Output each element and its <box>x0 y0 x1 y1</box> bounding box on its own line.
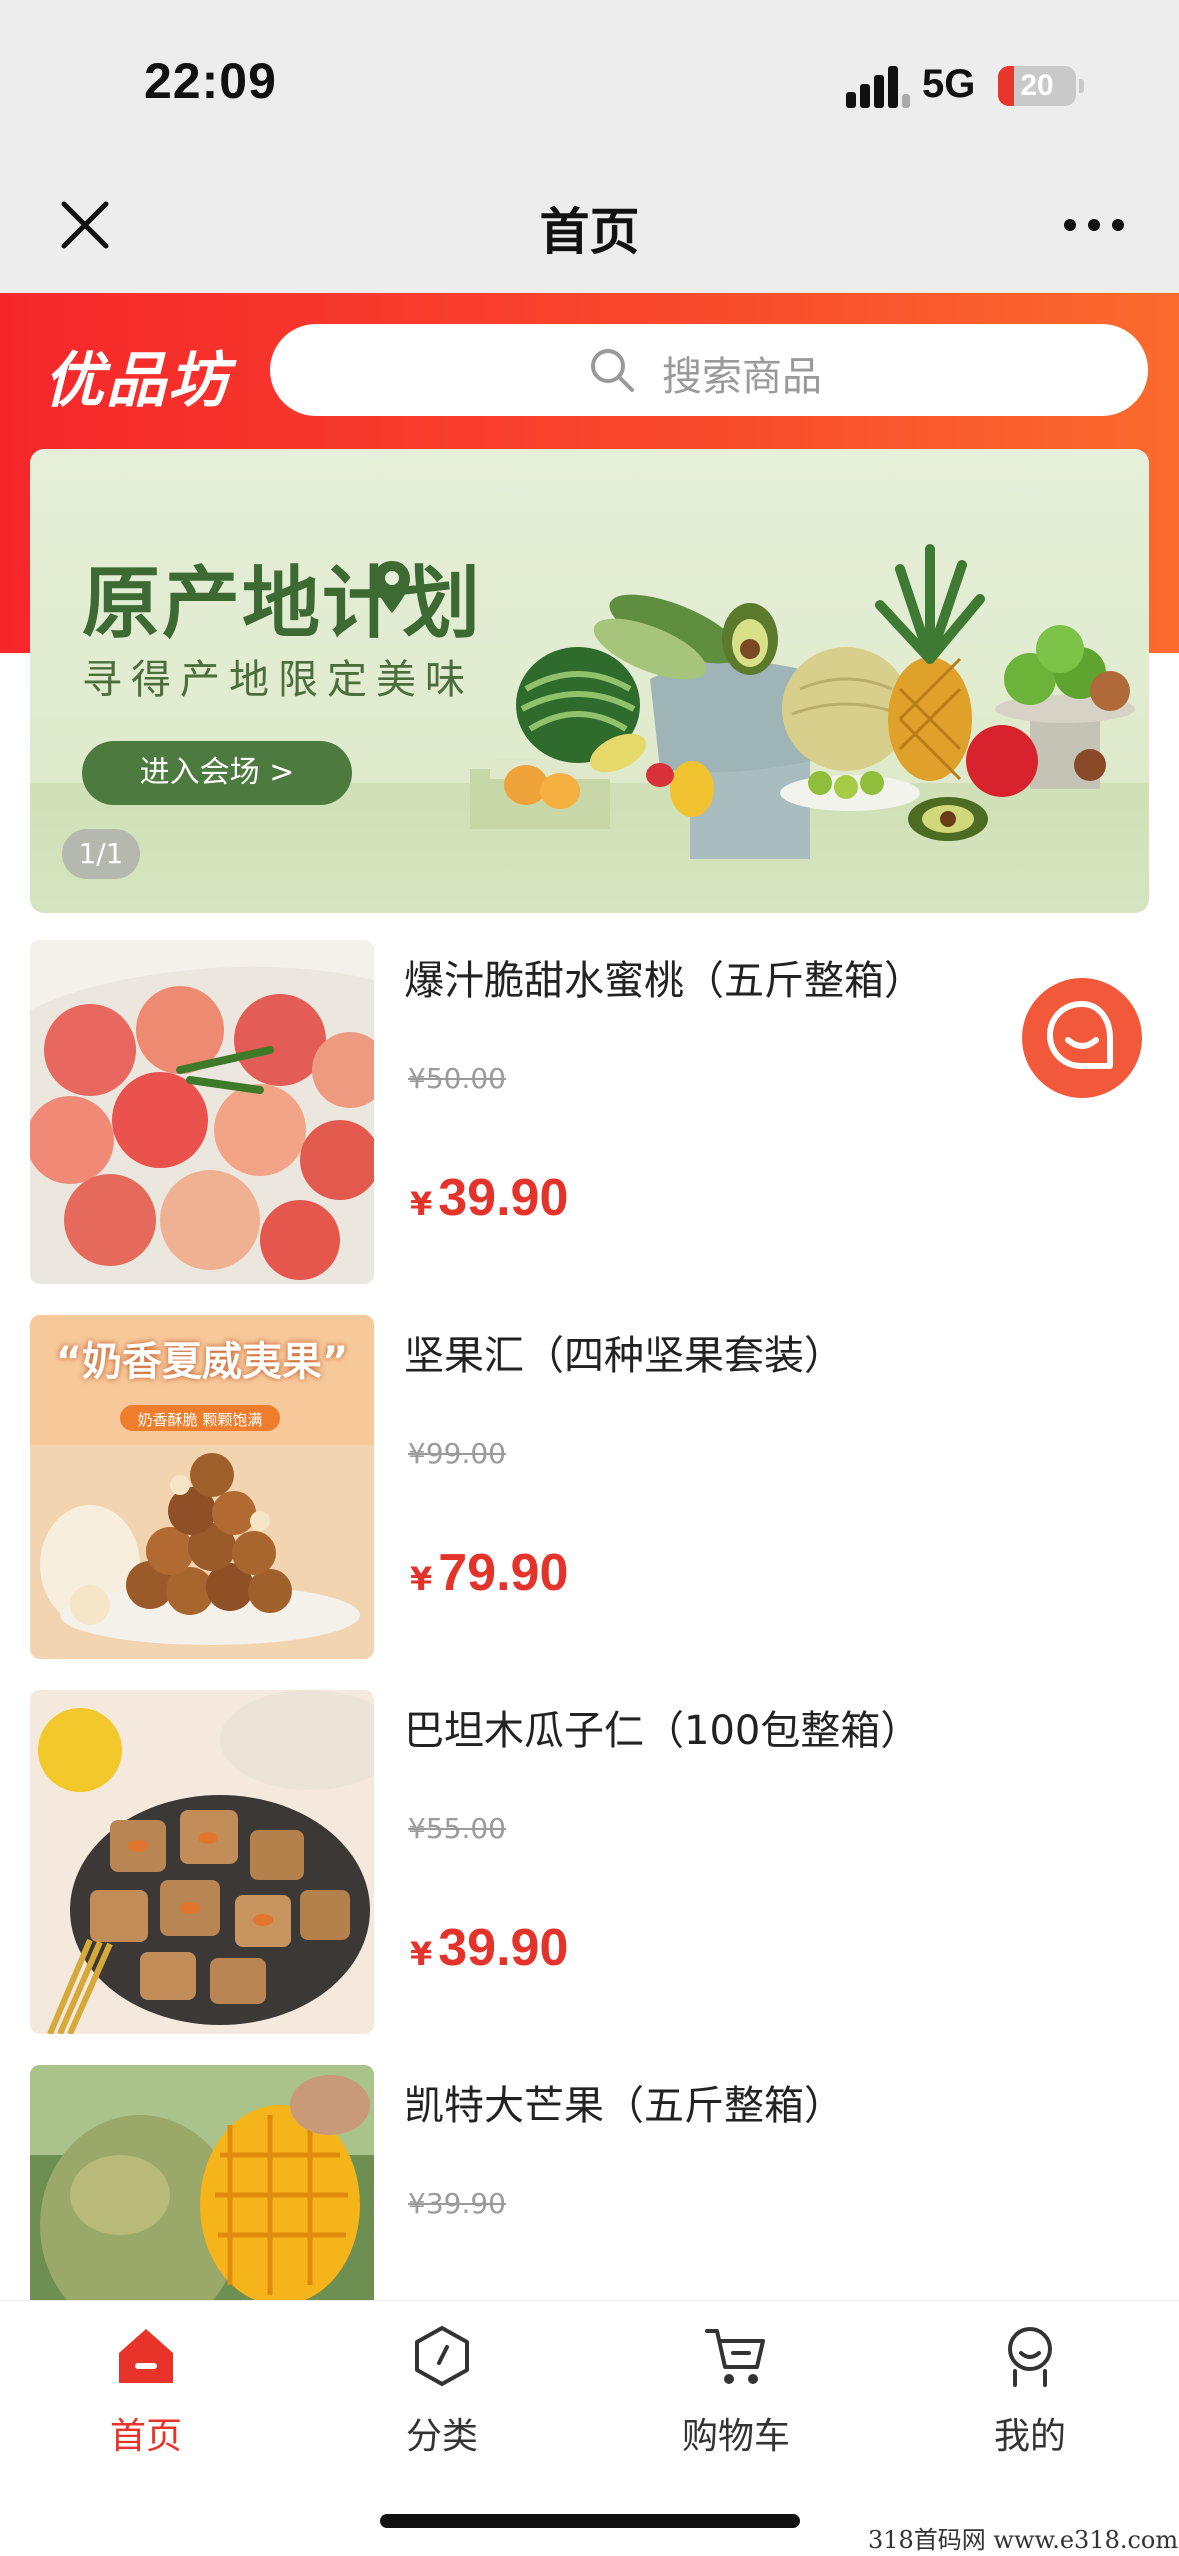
customer-service-button[interactable] <box>1022 978 1142 1098</box>
tab-label: 购物车 <box>681 2416 790 2457</box>
price-value: 79.90 <box>438 1544 569 1602</box>
more-icon[interactable] <box>1062 215 1126 235</box>
signal-icon <box>846 66 910 108</box>
banner-subtitle: 寻得产地限定美味 <box>82 657 474 703</box>
original-price: ¥50.00 <box>408 1062 506 1095</box>
banner-page-indicator: 1/1 <box>62 829 140 879</box>
sale-price: ¥39.90 <box>410 1168 568 1228</box>
status-time: 22:09 <box>144 53 277 109</box>
page-title: 首页 <box>539 203 640 261</box>
product-name[interactable]: 凯特大芒果（五斤整箱） <box>404 2073 844 2131</box>
product-name[interactable]: 巴坦木瓜子仁（100包整箱） <box>404 1698 920 1756</box>
tab-label: 分类 <box>405 2416 478 2457</box>
currency-symbol: ¥ <box>410 1560 433 1598</box>
nut-brittle-product-image[interactable] <box>30 1690 374 2034</box>
original-price: ¥55.00 <box>408 1812 506 1845</box>
sale-price: ¥39.90 <box>410 1918 568 1978</box>
promo-banner[interactable]: 原产地计划 寻得产地限定美味 进入会场 > 1/1 <box>30 449 1149 913</box>
battery-tip <box>1079 79 1084 93</box>
banner-title: 原产地计划 <box>82 559 483 649</box>
product-name[interactable]: 坚果汇（四种坚果套装） <box>404 1323 844 1381</box>
price-value: 39.90 <box>438 1169 569 1227</box>
image-tag: 奶香酥脆 颗颗饱满 <box>137 1411 263 1429</box>
peach-product-image[interactable] <box>30 940 374 1284</box>
product-card[interactable]: 爆汁脆甜水蜜桃（五斤整箱） ¥50.00 ¥39.90 <box>0 940 1179 1285</box>
currency-symbol: ¥ <box>410 1185 433 1223</box>
macadamia-product-image[interactable]: “奶香夏威夷果” 奶香酥脆 颗颗饱满 <box>30 1315 374 1659</box>
product-card[interactable]: 巴坦木瓜子仁（100包整箱） ¥55.00 ¥39.90 <box>0 1690 1179 2035</box>
tab-label: 我的 <box>993 2416 1066 2457</box>
status-bar: 22:09 5G 20 <box>0 0 1179 160</box>
battery-icon: 20 <box>998 66 1076 106</box>
tab-cart[interactable]: 购物车 <box>636 2323 836 2463</box>
search-icon <box>588 346 636 394</box>
tab-label: 首页 <box>109 2416 182 2457</box>
chat-icon <box>1047 1001 1113 1069</box>
watermark: 318首码网 www.e318.com <box>868 2526 1179 2554</box>
product-card[interactable]: “奶香夏威夷果” 奶香酥脆 颗颗饱满 坚果汇（四种坚果套装） ¥99.00 ¥7… <box>0 1315 1179 1660</box>
app-logo: 优品坊 <box>44 346 230 416</box>
network-label: 5G <box>922 62 976 106</box>
tab-category[interactable]: 分类 <box>342 2323 542 2463</box>
tab-home[interactable]: 首页 <box>46 2323 246 2463</box>
image-headline: “奶香夏威夷果” <box>55 1339 349 1385</box>
product-name[interactable]: 爆汁脆甜水蜜桃（五斤整箱） <box>404 948 924 1006</box>
currency-symbol: ¥ <box>410 1935 433 1973</box>
home-indicator[interactable] <box>380 2514 800 2528</box>
search-placeholder: 搜索商品 <box>662 354 822 400</box>
location-pin-icon <box>372 559 412 615</box>
category-icon <box>409 2323 475 2389</box>
battery-text: 20 <box>1020 69 1054 102</box>
original-price: ¥99.00 <box>408 1437 506 1470</box>
profile-icon <box>997 2323 1063 2389</box>
cart-icon <box>703 2323 769 2389</box>
fruit-display-image <box>470 539 1149 913</box>
nav-bar: 首页 <box>0 160 1179 293</box>
search-input[interactable]: 搜索商品 <box>270 324 1148 416</box>
tab-profile[interactable]: 我的 <box>930 2323 1130 2463</box>
price-value: 39.90 <box>438 1919 569 1977</box>
enter-venue-button[interactable]: 进入会场 > <box>82 741 352 805</box>
original-price: ¥39.90 <box>408 2187 506 2220</box>
home-icon <box>113 2323 179 2389</box>
sale-price: ¥79.90 <box>410 1543 568 1603</box>
